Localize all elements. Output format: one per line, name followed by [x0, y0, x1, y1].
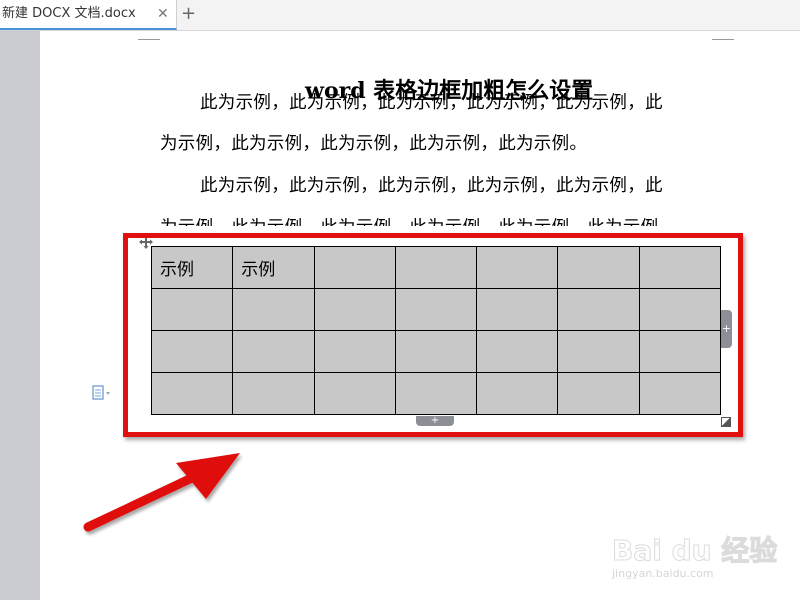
paragraph-mark-icon[interactable] — [92, 385, 116, 401]
paragraph-line: 此为示例，此为示例，此为示例，此为示例，此为示例，此 — [200, 176, 663, 196]
margin-corner-mark — [712, 33, 734, 40]
margin-corner-mark — [138, 33, 160, 40]
document-tab[interactable]: 新建 DOCX 文档.docx ✕ — [0, 0, 177, 30]
close-icon[interactable]: ✕ — [157, 0, 169, 28]
paragraph-line: 为示例，此为示例，此为示例，此为示例，此为示例。 — [160, 134, 588, 154]
watermark-brand: Bai du 经验 — [611, 534, 778, 568]
watermark-url: jingyan.baidu.com — [612, 567, 714, 580]
annotation-highlight-box — [123, 233, 743, 437]
paragraph-line: 此为示例，此为示例，此为示例，此为示例，此为示例，此 — [200, 93, 663, 113]
tab-bar: 新建 DOCX 文档.docx ✕ + — [0, 0, 800, 31]
annotation-arrow — [83, 453, 240, 532]
left-gutter — [0, 31, 40, 600]
tab-title: 新建 DOCX 文档.docx — [2, 6, 136, 21]
paragraph-line: 为示例，此为示例，此为示例，此为示例，此为示例，此为示例。 — [160, 214, 676, 226]
new-tab-icon[interactable]: + — [181, 2, 196, 26]
baidu-watermark: Bai du 经验 jingyan.baidu.com — [611, 515, 777, 585]
